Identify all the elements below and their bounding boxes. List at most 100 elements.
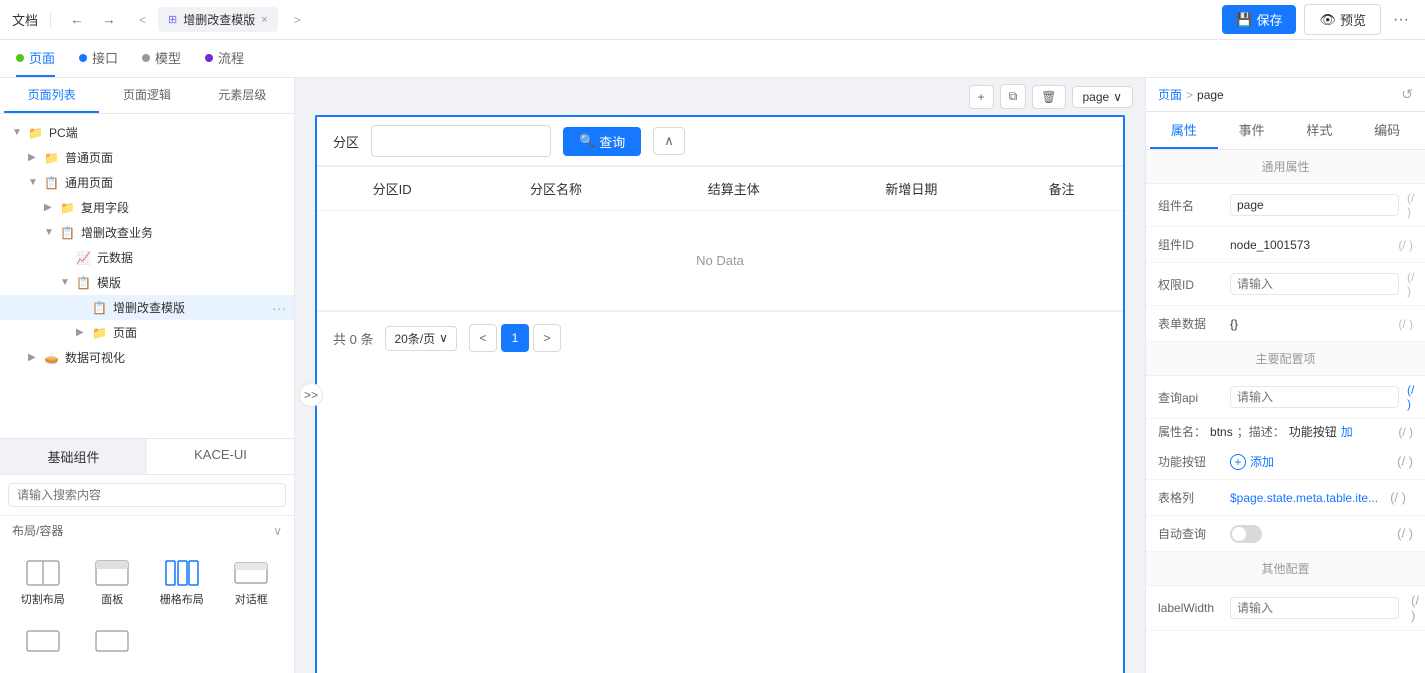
component-tab-group: 基础组件 KACE-UI [0, 439, 294, 475]
tree-item-pc[interactable]: ▼ 📁 PC端 [0, 120, 294, 145]
separator [50, 12, 51, 28]
label-width-input[interactable] [1230, 597, 1399, 619]
arrow-yemian: ▶ [76, 327, 88, 338]
component-panel: 基础组件 KACE-UI 布局/容器 ∨ [0, 438, 294, 673]
copy-component-button[interactable]: ⧉ [1000, 84, 1027, 109]
comp-name-expr[interactable]: (/ ) [1407, 191, 1414, 219]
perm-id-expr[interactable]: (/ ) [1407, 270, 1414, 298]
component-item-split[interactable]: 切割布局 [12, 553, 74, 613]
tree-item-reuse[interactable]: ▶ 📁 复用字段 [0, 195, 294, 220]
sidebar-tab-page-logic[interactable]: 页面逻辑 [99, 78, 194, 113]
prop-tab-style[interactable]: 样式 [1286, 112, 1354, 149]
section-collapse-icon[interactable]: ∨ [273, 524, 282, 538]
comp-name-input[interactable] [1230, 194, 1399, 216]
component-grid: 切割布局 面板 [0, 545, 294, 673]
main-layout: 页面列表 页面逻辑 元素层级 ▼ 📁 PC端 ▶ 📁 普通页面 ▼ [0, 78, 1425, 673]
table-header-row: 分区ID 分区名称 结算主体 新增日期 备注 [317, 167, 1123, 211]
query-api-input[interactable] [1230, 386, 1399, 408]
prev-tab-button[interactable]: < [135, 11, 150, 29]
more-button[interactable]: ··· [1389, 7, 1413, 33]
prop-row-auto-query: 自动查询 (/ ) [1146, 516, 1425, 552]
query-api-expr[interactable]: (/ ) [1407, 383, 1414, 411]
undo-button[interactable]: ← [63, 6, 91, 34]
sidebar-collapse-button[interactable]: >> [299, 383, 323, 407]
attr-add-link[interactable]: 加 [1341, 423, 1353, 440]
model-dot [142, 54, 150, 62]
auto-query-toggle[interactable] [1230, 525, 1262, 543]
auto-query-expr[interactable]: (/ ) [1397, 526, 1413, 541]
component-item-extra1[interactable] [12, 621, 74, 665]
add-func-btn-button[interactable]: + 添加 [1230, 451, 1274, 472]
active-tab[interactable]: ⊞ 增删改查模版 × [158, 7, 278, 32]
add-component-button[interactable]: + [969, 85, 994, 109]
interface-dot [79, 54, 87, 62]
folder-icon-yemian: 📁 [92, 326, 107, 340]
func-btns-expr[interactable]: (/ ) [1397, 454, 1413, 469]
right-panel: 页面 > page ↺ 属性 事件 样式 编码 通用属性 组件名 (/ ) 组件… [1145, 78, 1425, 673]
label-width-expr[interactable]: (/ ) [1411, 593, 1419, 623]
canvas-toolbar: + ⧉ 🗑 page ∨ [295, 78, 1145, 115]
tab-close-button[interactable]: × [261, 14, 267, 26]
tree-item-common[interactable]: ▼ 📋 通用页面 [0, 170, 294, 195]
search-input[interactable] [371, 125, 551, 157]
toggle-knob [1232, 527, 1246, 541]
col-jiesuanZhuti: 结算主体 [645, 167, 823, 211]
col-fenquId: 分区ID [317, 167, 467, 211]
prop-tab-code[interactable]: 编码 [1353, 112, 1421, 149]
component-search-input[interactable] [8, 483, 286, 507]
page-size-select[interactable]: 20条/页 ∨ [385, 326, 456, 351]
table-col-expr[interactable]: (/ ) [1390, 490, 1406, 505]
form-data-expr[interactable]: (/ ) [1398, 317, 1413, 331]
tree-item-moban[interactable]: ▼ 📋 模版 [0, 270, 294, 295]
next-page-button[interactable]: > [533, 324, 561, 352]
no-data-cell: No Data [317, 211, 1123, 311]
save-button[interactable]: 💾 保存 [1222, 5, 1296, 34]
delete-component-button[interactable]: 🗑 [1032, 85, 1065, 109]
tab-page[interactable]: 页面 [16, 40, 55, 77]
tree-item-zengshanmodaban[interactable]: ▶ 📋 增删改查模版 ··· [0, 295, 294, 320]
component-tab-kace[interactable]: KACE-UI [147, 439, 294, 474]
tree-item-meta[interactable]: ▶ 📈 元数据 [0, 245, 294, 270]
breadcrumb-refresh-button[interactable]: ↺ [1401, 86, 1413, 103]
prop-tab-event[interactable]: 事件 [1218, 112, 1286, 149]
perm-id-input[interactable] [1230, 273, 1399, 295]
page-tag[interactable]: page ∨ [1072, 86, 1134, 108]
search-bar: 分区 🔍 查询 ∧ [317, 117, 1123, 166]
component-item-dialog[interactable]: 对话框 [221, 553, 283, 613]
preview-button[interactable]: 👁 预览 [1304, 4, 1381, 35]
component-tab-basic[interactable]: 基础组件 [0, 439, 147, 474]
sidebar-tab-page-list[interactable]: 页面列表 [4, 78, 99, 113]
tab-model[interactable]: 模型 [142, 40, 181, 77]
attr-hint-expr[interactable]: (/ ) [1398, 425, 1413, 439]
tree-item-more-button[interactable]: ··· [272, 300, 286, 316]
prop-row-func-btns: 功能按钮 + 添加 (/ ) [1146, 444, 1425, 480]
left-sidebar: 页面列表 页面逻辑 元素层级 ▼ 📁 PC端 ▶ 📁 普通页面 ▼ [0, 78, 295, 673]
canvas-wrapper: >> 分区 🔍 查询 ∧ [295, 115, 1145, 673]
app-title: 文档 [12, 10, 38, 29]
comp-id-expr[interactable]: (/ ) [1398, 238, 1413, 252]
component-item-panel[interactable]: 面板 [82, 553, 144, 613]
prev-page-button[interactable]: < [469, 324, 497, 352]
tree-item-datavis[interactable]: ▶ 🥧 数据可视化 [0, 345, 294, 370]
redo-button[interactable]: → [95, 6, 123, 34]
col-fenquName: 分区名称 [467, 167, 645, 211]
label-width-label: labelWidth [1158, 601, 1222, 615]
component-search-wrap [0, 475, 294, 516]
next-tab-button[interactable]: > [290, 11, 305, 29]
prop-row-form-data: 表单数据 {} (/ ) [1146, 306, 1425, 342]
tree-item-yemian[interactable]: ▶ 📁 页面 [0, 320, 294, 345]
tree-item-normal[interactable]: ▶ 📁 普通页面 [0, 145, 294, 170]
collapse-search-button[interactable]: ∧ [653, 127, 685, 155]
prop-tab-attribute[interactable]: 属性 [1150, 112, 1218, 149]
component-item-extra2[interactable] [82, 621, 144, 665]
breadcrumb-parent-link[interactable]: 页面 [1158, 86, 1182, 103]
func-btns-label: 功能按钮 [1158, 453, 1222, 470]
page-1-button[interactable]: 1 [501, 324, 529, 352]
component-item-grid[interactable]: 栅格布局 [151, 553, 213, 613]
sidebar-tab-element-layer[interactable]: 元素层级 [195, 78, 290, 113]
tab-interface[interactable]: 接口 [79, 40, 118, 77]
prop-row-component-name: 组件名 (/ ) [1146, 184, 1425, 227]
tree-item-crud[interactable]: ▼ 📋 增删改查业务 [0, 220, 294, 245]
tab-flow[interactable]: 流程 [205, 40, 244, 77]
query-button[interactable]: 🔍 查询 [563, 127, 641, 156]
